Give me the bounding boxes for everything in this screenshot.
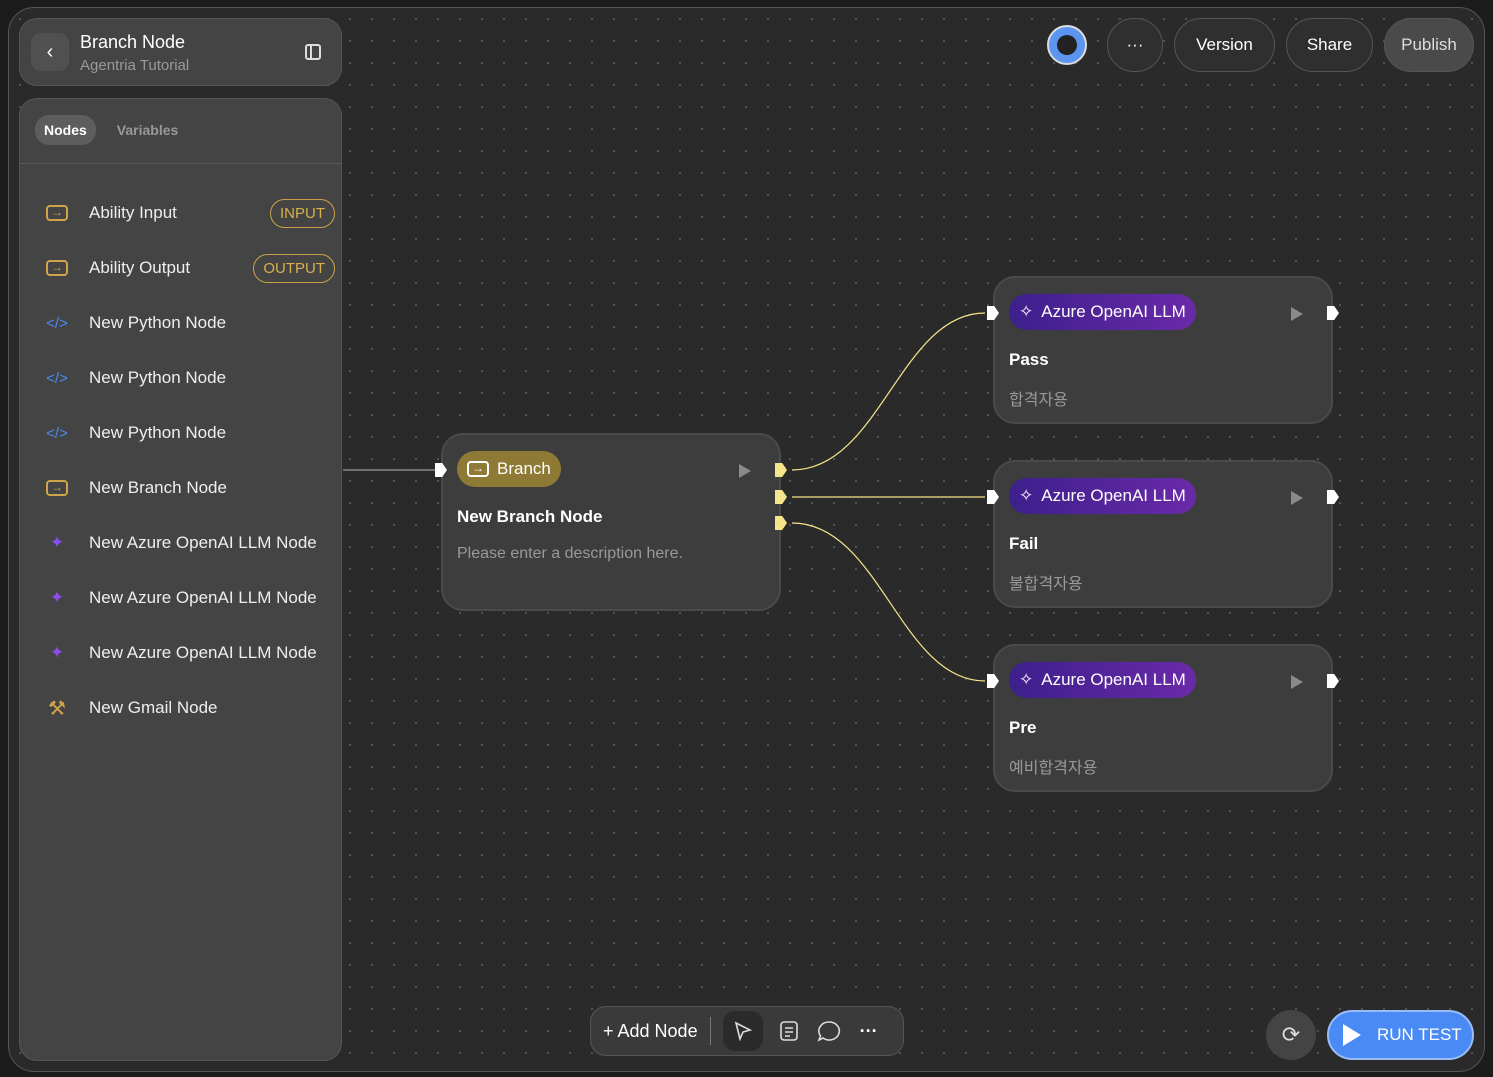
code-icon: </> bbox=[46, 424, 68, 442]
edge-pre bbox=[791, 522, 986, 682]
project-name: Agentria Tutorial bbox=[80, 57, 190, 74]
sparkle-icon: ✧ bbox=[1019, 486, 1034, 505]
type-badge: OUTPUT bbox=[253, 253, 335, 283]
sidebar-item[interactable]: → Ability Output OUTPUT bbox=[45, 250, 335, 286]
run-test-label: RUN TEST bbox=[1377, 1025, 1462, 1044]
note-icon[interactable] bbox=[775, 1011, 803, 1051]
pointer-icon[interactable] bbox=[722, 1011, 763, 1051]
sparkle-icon: ✦ bbox=[49, 643, 65, 662]
sidebar-item[interactable]: ✦ New Azure OpenAI LLM Node bbox=[45, 635, 335, 671]
run-node-icon[interactable] bbox=[739, 464, 751, 478]
sidebar-item-label: New Azure OpenAI LLM Node bbox=[89, 533, 317, 552]
back-button[interactable]: ‹ bbox=[31, 33, 69, 71]
share-button[interactable]: Share bbox=[1286, 18, 1373, 72]
toggle-panel-icon[interactable] bbox=[305, 44, 321, 60]
sidebar-item-label: Ability Input bbox=[89, 203, 177, 222]
tools-icon: ⚒ bbox=[48, 697, 66, 720]
node-type: Branch bbox=[497, 459, 551, 478]
node-description: 예비합격자용 bbox=[1009, 760, 1098, 777]
node-description: Please enter a description here. bbox=[457, 545, 683, 562]
arrow-box-icon: → bbox=[45, 478, 69, 498]
node-type: Azure OpenAI LLM bbox=[1041, 670, 1186, 689]
sparkle-icon: ✧ bbox=[1019, 302, 1034, 321]
llm-node[interactable]: ✧ Azure OpenAI LLM Fail 불합격자용 bbox=[993, 460, 1333, 608]
comment-icon[interactable] bbox=[815, 1011, 843, 1051]
node-title: Pass bbox=[1009, 350, 1049, 369]
run-node-icon[interactable] bbox=[1291, 675, 1303, 689]
arrow-box-icon: → bbox=[45, 203, 69, 223]
bottom-toolbar: + Add Node ··· bbox=[590, 1006, 904, 1056]
node-description: 합격자용 bbox=[1009, 392, 1068, 409]
sidebar-item[interactable]: </> New Python Node bbox=[45, 415, 335, 451]
sidebar-item[interactable]: → Ability Input INPUT bbox=[45, 195, 335, 231]
sparkle-icon: ✦ bbox=[49, 588, 65, 607]
sidebar-item[interactable]: </> New Python Node bbox=[45, 305, 335, 341]
play-icon bbox=[1343, 1024, 1361, 1046]
sidebar-item-label: New Gmail Node bbox=[89, 698, 218, 717]
node-panel: Nodes Variables → Ability Input INPUT → Abil… bbox=[19, 98, 342, 1061]
node-title: New Branch Node bbox=[457, 507, 603, 526]
sidebar-item[interactable]: </> New Python Node bbox=[45, 360, 335, 396]
llm-node[interactable]: ✧ Azure OpenAI LLM Pass 합격자용 bbox=[993, 276, 1333, 424]
history-icon: ⟳ bbox=[1281, 1022, 1301, 1047]
run-test-button[interactable]: RUN TEST bbox=[1327, 1010, 1474, 1060]
edge-pass bbox=[791, 312, 986, 471]
llm-node[interactable]: ✧ Azure OpenAI LLM Pre 예비합격자용 bbox=[993, 644, 1333, 792]
more-tools-icon[interactable]: ··· bbox=[855, 1011, 883, 1051]
node-type: Azure OpenAI LLM bbox=[1041, 486, 1186, 505]
version-button[interactable]: Version bbox=[1174, 18, 1275, 72]
node-type: Azure OpenAI LLM bbox=[1041, 302, 1186, 321]
divider bbox=[20, 163, 341, 164]
sidebar-item-label: New Python Node bbox=[89, 313, 227, 332]
type-badge: INPUT bbox=[270, 198, 335, 228]
run-node-icon[interactable] bbox=[1291, 491, 1303, 505]
history-button[interactable]: ⟳ bbox=[1266, 1010, 1316, 1060]
tab-nodes[interactable]: Nodes bbox=[35, 115, 96, 145]
sidebar-item[interactable]: → New Branch Node bbox=[45, 470, 335, 506]
avatar[interactable] bbox=[1047, 25, 1087, 65]
arrow-box-icon: → bbox=[45, 258, 69, 278]
sidebar-item[interactable]: ✦ New Azure OpenAI LLM Node bbox=[45, 580, 335, 616]
sidebar-item-label: New Python Node bbox=[89, 368, 227, 387]
node-title: Fail bbox=[1009, 534, 1039, 553]
header-card: ‹ Branch Node Agentria Tutorial bbox=[19, 18, 342, 86]
sparkle-icon: ✦ bbox=[49, 533, 65, 552]
arrow-box-icon: → bbox=[467, 461, 489, 477]
sidebar-item[interactable]: ⚒ New Gmail Node bbox=[45, 690, 335, 726]
page-title: Branch Node bbox=[80, 32, 186, 52]
sidebar-item-label: New Azure OpenAI LLM Node bbox=[89, 588, 317, 607]
sidebar-item-label: Ability Output bbox=[89, 258, 191, 277]
sidebar-item[interactable]: ✦ New Azure OpenAI LLM Node bbox=[45, 525, 335, 561]
llm-type-pill: ✧ Azure OpenAI LLM bbox=[1009, 294, 1196, 330]
sidebar-item-label: New Branch Node bbox=[89, 478, 227, 497]
run-node-icon[interactable] bbox=[1291, 307, 1303, 321]
node-title: Pre bbox=[1009, 718, 1037, 737]
tab-variables[interactable]: Variables bbox=[108, 115, 188, 145]
branch-node[interactable]: → Branch New Branch Node Please enter a d… bbox=[441, 433, 781, 611]
code-icon: </> bbox=[46, 314, 68, 332]
more-button[interactable]: ··· bbox=[1107, 18, 1163, 72]
publish-button[interactable]: Publish bbox=[1384, 18, 1474, 72]
node-description: 불합격자용 bbox=[1009, 576, 1083, 593]
branch-type-pill: → Branch bbox=[457, 451, 561, 487]
chevron-left-icon: ‹ bbox=[46, 40, 54, 63]
sidebar-item-label: New Azure OpenAI LLM Node bbox=[89, 643, 317, 662]
sparkle-icon: ✧ bbox=[1019, 670, 1034, 689]
code-icon: </> bbox=[46, 369, 68, 387]
sidebar-item-label: New Python Node bbox=[89, 423, 227, 442]
add-node-button[interactable]: + Add Node bbox=[603, 1021, 698, 1042]
llm-type-pill: ✧ Azure OpenAI LLM bbox=[1009, 662, 1196, 698]
llm-type-pill: ✧ Azure OpenAI LLM bbox=[1009, 478, 1196, 514]
